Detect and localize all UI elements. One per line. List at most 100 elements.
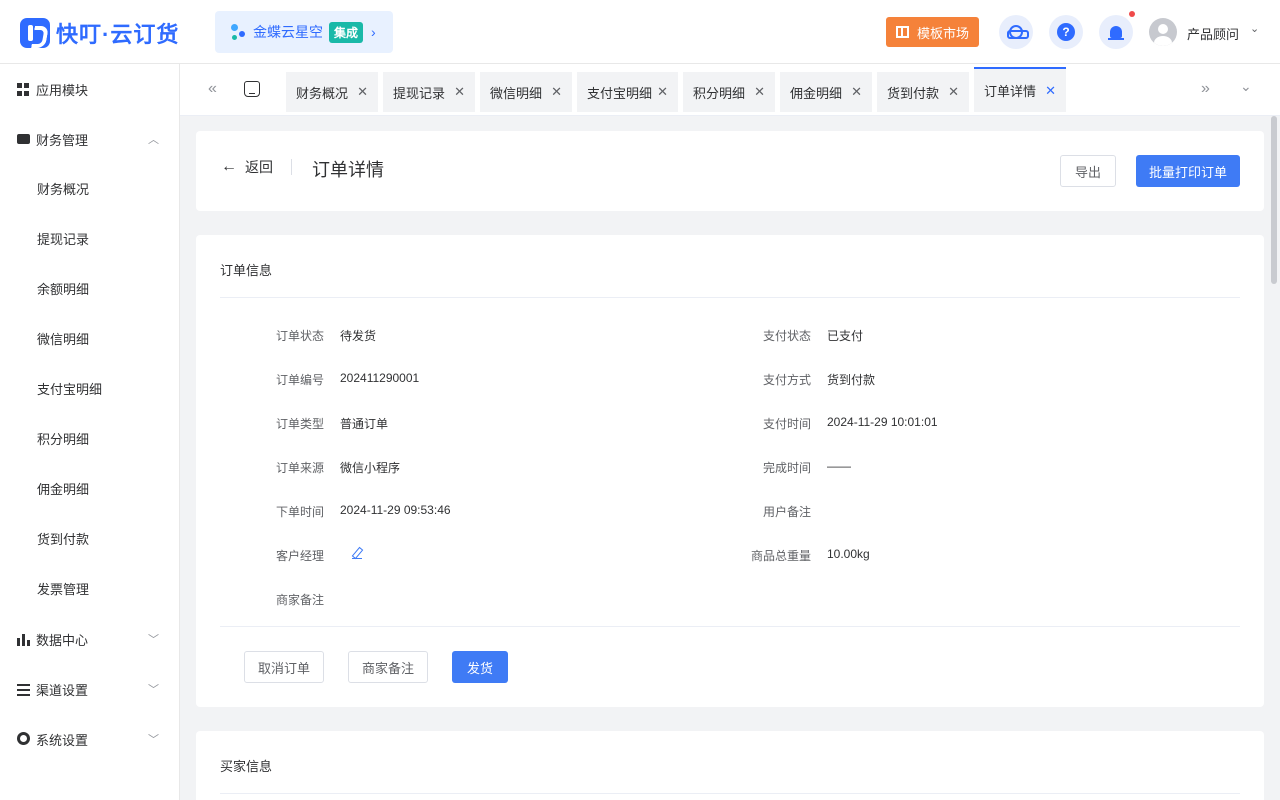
sidebar-item-commission-details[interactable]: 佣金明细	[0, 463, 179, 513]
order-time-label: 下单时间	[275, 505, 324, 519]
tab-cod[interactable]: 货到付款 ✕	[877, 72, 969, 112]
customer-service-button[interactable]	[999, 15, 1033, 49]
sidebar-item-channel-settings[interactable]: 渠道设置 ﹀	[0, 664, 179, 714]
export-label: 导出	[1074, 164, 1101, 180]
payment-status-value: 已支付	[827, 329, 864, 343]
logo-icon	[20, 18, 50, 48]
bar-chart-icon	[17, 633, 30, 646]
sidebar-item-wechat-details[interactable]: 微信明细	[0, 313, 179, 363]
tab-alipay-details[interactable]: 支付宝明细 ✕	[577, 72, 678, 112]
divider	[291, 159, 292, 175]
close-icon[interactable]: ✕	[851, 84, 862, 100]
scrollbar[interactable]	[1271, 116, 1277, 284]
sidebar-item-invoice[interactable]: 发票管理	[0, 563, 179, 613]
order-number-value: 202411290001	[340, 371, 420, 385]
close-icon[interactable]: ✕	[948, 84, 959, 100]
tab-label: 财务概况	[296, 85, 349, 101]
sidebar-item-points-details[interactable]: 积分明细	[0, 413, 179, 463]
buyer-info-card	[196, 731, 1264, 800]
complete-time-label: 完成时间	[762, 461, 811, 475]
back-button[interactable]: ← 返回	[221, 157, 273, 177]
question-icon: ?	[1057, 23, 1075, 41]
close-icon[interactable]: ✕	[357, 84, 368, 100]
sidebar-item-withdraw-records[interactable]: 提现记录	[0, 213, 179, 263]
payment-time-label: 支付时间	[762, 417, 811, 431]
payment-time-value: 2024-11-29 10:01:01	[827, 415, 938, 429]
buyer-info-title: 买家信息	[220, 759, 273, 774]
sidebar-item-label: 系统设置	[36, 732, 89, 748]
sidebar-item-label: 发票管理	[37, 581, 90, 597]
order-number-label: 订单编号	[275, 373, 324, 387]
template-market-label: 模板市场	[916, 25, 969, 41]
sidebar-item-app-modules[interactable]: 应用模块	[0, 64, 179, 114]
tab-commission-details[interactable]: 佣金明细 ✕	[780, 72, 872, 112]
app-logo[interactable]: 快叮·云订货	[20, 17, 179, 49]
sidebar-item-label: 货到付款	[37, 531, 90, 547]
tab-label: 提现记录	[393, 85, 446, 101]
back-label: 返回	[245, 159, 273, 175]
avatar[interactable]	[1149, 18, 1177, 46]
chevron-up-icon: ︿	[148, 134, 159, 146]
tab-order-detail[interactable]: 订单详情 ✕	[974, 67, 1066, 112]
gear-icon	[17, 732, 30, 745]
sidebar-item-label: 佣金明细	[37, 481, 90, 497]
sidebar-item-label: 提现记录	[37, 231, 90, 247]
close-icon[interactable]: ✕	[754, 84, 765, 100]
tab-points-details[interactable]: 积分明细 ✕	[683, 72, 775, 112]
sidebar-item-finance-overview[interactable]: 财务概况	[0, 163, 179, 213]
chevron-down-icon: ﹀	[148, 634, 159, 646]
edit-icon[interactable]	[352, 547, 362, 559]
close-icon[interactable]: ✕	[454, 84, 465, 100]
tab-finance-overview[interactable]: 财务概况 ✕	[286, 72, 378, 112]
payment-method-label: 支付方式	[762, 373, 811, 387]
chevron-down-icon[interactable]: ⌄	[1250, 22, 1259, 35]
template-market-button[interactable]: 模板市场	[886, 17, 979, 47]
tab-label: 积分明细	[693, 85, 746, 101]
scroll-left-icon[interactable]: «	[208, 80, 217, 98]
order-status-label: 订单状态	[275, 329, 324, 343]
cancel-order-label: 取消订单	[257, 660, 310, 676]
notification-button[interactable]	[1099, 15, 1133, 49]
total-weight-label: 商品总重量	[750, 549, 811, 563]
sidebar-item-finance[interactable]: 财务管理 ︿	[0, 114, 179, 164]
sidebar-item-system-settings[interactable]: 系统设置 ﹀	[0, 714, 179, 764]
batch-print-button[interactable]: 批量打印订单	[1136, 155, 1240, 187]
scroll-right-icon[interactable]: »	[1201, 80, 1210, 98]
merchant-note-button[interactable]: 商家备注	[348, 651, 428, 683]
tab-label: 订单详情	[984, 84, 1037, 99]
tab-withdraw-records[interactable]: 提现记录 ✕	[383, 72, 475, 112]
chevron-down-icon: ﹀	[148, 684, 159, 696]
logo-text: 快叮·云订货	[56, 22, 180, 47]
cancel-order-button[interactable]: 取消订单	[244, 651, 324, 683]
sidebar-item-label: 财务概况	[37, 181, 90, 197]
order-source-value: 微信小程序	[340, 461, 401, 475]
sidebar-item-balance-details[interactable]: 余额明细	[0, 263, 179, 313]
sidebar-item-data-center[interactable]: 数据中心 ﹀	[0, 614, 179, 664]
divider	[220, 793, 1240, 794]
order-type-value: 普通订单	[340, 417, 389, 431]
headset-icon	[1007, 25, 1029, 39]
export-button[interactable]: 导出	[1060, 155, 1116, 187]
sidebar-item-label: 应用模块	[36, 82, 89, 98]
close-icon[interactable]: ✕	[551, 84, 562, 100]
total-weight-value: 10.00kg	[827, 547, 870, 561]
help-button[interactable]: ?	[1049, 15, 1083, 49]
kingdee-integration-banner[interactable]: 金蝶云星空 集成 ›	[215, 11, 393, 53]
home-icon[interactable]	[244, 81, 260, 97]
sidebar-item-alipay-details[interactable]: 支付宝明细	[0, 363, 179, 413]
order-type-label: 订单类型	[275, 417, 324, 431]
close-icon[interactable]: ✕	[1045, 83, 1056, 99]
tab-wechat-details[interactable]: 微信明细 ✕	[480, 72, 572, 112]
batch-print-label: 批量打印订单	[1148, 164, 1227, 180]
top-header	[0, 0, 1280, 64]
tab-label: 支付宝明细	[587, 85, 653, 101]
payment-status-label: 支付状态	[762, 329, 811, 343]
order-status-value: 待发货	[340, 329, 377, 343]
close-icon[interactable]: ✕	[657, 84, 668, 100]
user-name[interactable]: 产品顾问	[1187, 24, 1239, 43]
sidebar-item-cod[interactable]: 货到付款	[0, 513, 179, 563]
chevron-right-icon: ›	[371, 24, 376, 40]
list-icon	[17, 684, 30, 697]
ship-button[interactable]: 发货	[452, 651, 508, 683]
chevron-down-icon[interactable]: ⌄	[1240, 78, 1252, 95]
